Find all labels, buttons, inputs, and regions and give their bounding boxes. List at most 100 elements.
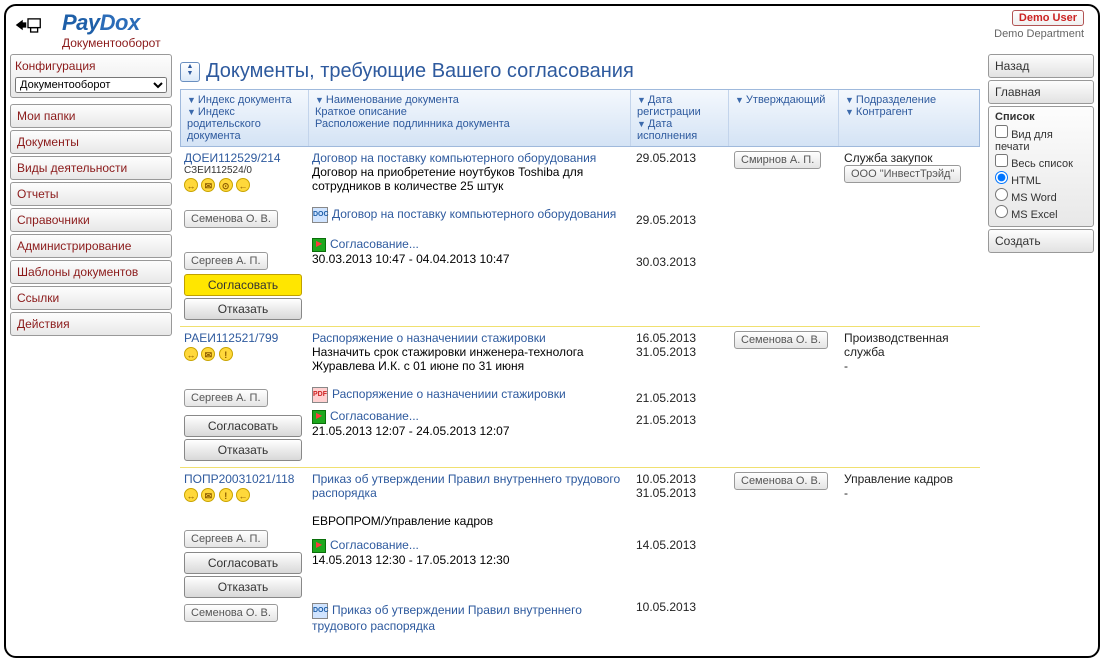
org: - (844, 486, 976, 500)
create-button[interactable]: Создать (988, 229, 1094, 253)
status-link[interactable]: Согласование... (330, 409, 419, 423)
sidebar-item-links[interactable]: Ссылки (10, 286, 172, 310)
sidebar-item-docs[interactable]: Документы (10, 130, 172, 154)
col-reg-date[interactable]: ▼Дата регистрации (637, 94, 722, 118)
status-icon[interactable]: ↔ (184, 178, 198, 192)
reject-button[interactable]: Отказать (184, 439, 302, 461)
logo: PayDox Документооборот (62, 10, 161, 50)
org-button[interactable]: ООО "ИнвестТрэйд" (844, 165, 961, 183)
workflow-icon[interactable] (312, 238, 326, 252)
approve-button[interactable]: Согласовать (184, 552, 302, 574)
approver-button[interactable]: Семенова О. В. (734, 472, 828, 490)
sidebar-item-folders[interactable]: Мои папки (10, 104, 172, 128)
doc-name-link[interactable]: Приказ об утверждении Правил внутреннего… (312, 472, 628, 500)
status-icon[interactable]: ← (236, 488, 250, 502)
file-link[interactable]: Договор на поставку компьютерного оборуд… (332, 207, 616, 221)
sidebar-item-reports[interactable]: Отчеты (10, 182, 172, 206)
col-loc: Расположение подлинника документа (315, 118, 624, 130)
exec-date: 31.05.2013 (636, 345, 726, 359)
status-icon[interactable]: ↔ (184, 347, 198, 361)
sidebar-item-admin[interactable]: Администрирование (10, 234, 172, 258)
user-dept: Demo Department (994, 28, 1084, 40)
status-link[interactable]: Согласование... (330, 538, 419, 552)
file-link[interactable]: Распоряжение о назначениии стажировки (332, 387, 566, 401)
config-select[interactable]: Документооборот (15, 77, 167, 93)
print-icon[interactable] (14, 14, 42, 36)
doc-desc: Назначить срок стажировки инженера-техно… (312, 345, 628, 373)
status-icon[interactable]: ! (219, 488, 233, 502)
doc-name-link[interactable]: Договор на поставку компьютерного оборуд… (312, 151, 628, 165)
fmt-html-radio[interactable]: HTML (995, 171, 1087, 187)
col-org[interactable]: ▼Контрагент (845, 106, 973, 118)
reg-date: 10.05.2013 (636, 472, 726, 486)
status-date: 21.05.2013 (636, 413, 726, 427)
reg-date: 29.05.2013 (636, 151, 726, 165)
doc-name-link[interactable]: Распоряжение о назначениии стажировки (312, 331, 628, 345)
col-approver[interactable]: ▼Утверждающий (735, 94, 832, 106)
file-date: 29.05.2013 (636, 213, 726, 227)
status-icon[interactable]: ← (236, 178, 250, 192)
approver-button[interactable]: Смирнов А. П. (734, 151, 821, 169)
fmt-word-radio[interactable]: MS Word (995, 188, 1087, 204)
table-header: ▼Индекс документа ▼Индекс родительского … (180, 89, 980, 147)
col-name[interactable]: ▼Наименование документа (315, 94, 624, 106)
page-title: Документы, требующие Вашего согласования (180, 54, 980, 89)
status-icon[interactable]: ✉ (201, 347, 215, 361)
dept: Управление кадров (844, 472, 976, 486)
reject-button[interactable]: Отказать (184, 576, 302, 598)
doc-file-icon[interactable]: DOC (312, 603, 328, 619)
user-button[interactable]: Сергеев А. П. (184, 252, 268, 270)
list-options: Список Вид для печати Весь список HTML M… (988, 106, 1094, 227)
col-dept[interactable]: ▼Подразделение (845, 94, 973, 106)
status-icon[interactable]: ⊙ (219, 178, 233, 192)
status-time: 14.05.2013 12:30 - 17.05.2013 12:30 (312, 553, 628, 567)
user-button[interactable]: Семенова О. В. (184, 210, 278, 228)
fmt-excel-radio[interactable]: MS Excel (995, 205, 1087, 221)
workflow-icon[interactable] (312, 539, 326, 553)
print-view-check[interactable]: Вид для печати (995, 125, 1087, 153)
file-date: 10.05.2013 (636, 600, 726, 614)
user-button[interactable]: Семенова О. В. (184, 604, 278, 622)
status-icon[interactable]: ✉ (201, 488, 215, 502)
doc-file-icon[interactable]: DOC (312, 207, 328, 223)
config-title: Конфигурация (15, 59, 167, 73)
status-time: 21.05.2013 12:07 - 24.05.2013 12:07 (312, 424, 628, 438)
col-parent-index[interactable]: ▼Индекс родительского документа (187, 106, 302, 142)
table-row: ПОПР20031021/118 ↔ ✉ ! ← Сергеев А. П. С… (180, 468, 980, 639)
col-index[interactable]: ▼Индекс документа (187, 94, 302, 106)
reg-date: 16.05.2013 (636, 331, 726, 345)
doc-index-link[interactable]: РАЕИ112521/799 (184, 331, 304, 345)
sidebar-item-templates[interactable]: Шаблоны документов (10, 260, 172, 284)
status-time: 30.03.2013 10:47 - 04.04.2013 10:47 (312, 252, 628, 266)
config-box: Конфигурация Документооборот (10, 54, 172, 98)
col-desc: Краткое описание (315, 106, 624, 118)
doc-index-link[interactable]: ПОПР20031021/118 (184, 472, 304, 486)
sidebar-item-activities[interactable]: Виды деятельности (10, 156, 172, 180)
status-date: 14.05.2013 (636, 538, 726, 552)
approve-button[interactable]: Согласовать (184, 274, 302, 296)
approve-button[interactable]: Согласовать (184, 415, 302, 437)
status-date: 30.03.2013 (636, 255, 726, 269)
doc-index-link[interactable]: ДОЕИ112529/214 (184, 151, 304, 165)
user-button[interactable]: Сергеев А. П. (184, 530, 268, 548)
sidebar-item-refs[interactable]: Справочники (10, 208, 172, 232)
status-link[interactable]: Согласование... (330, 237, 419, 251)
workflow-icon[interactable] (312, 410, 326, 424)
reject-button[interactable]: Отказать (184, 298, 302, 320)
status-icon[interactable]: ! (219, 347, 233, 361)
sidebar-item-actions[interactable]: Действия (10, 312, 172, 336)
table-row: РАЕИ112521/799 ↔ ✉ ! Сергеев А. П. Согла… (180, 327, 980, 468)
file-link[interactable]: Приказ об утверждении Правил внутреннего… (312, 603, 582, 633)
pdf-file-icon[interactable]: PDF (312, 387, 328, 403)
status-icon[interactable]: ✉ (201, 178, 215, 192)
user-button[interactable]: Сергеев А. П. (184, 389, 268, 407)
whole-list-check[interactable]: Весь список (995, 154, 1087, 170)
sort-toggle-icon[interactable] (180, 62, 200, 82)
col-exec-date[interactable]: ▼Дата исполнения (637, 118, 722, 142)
status-icon[interactable]: ↔ (184, 488, 198, 502)
back-button[interactable]: Назад (988, 54, 1094, 78)
home-button[interactable]: Главная (988, 80, 1094, 104)
approver-button[interactable]: Семенова О. В. (734, 331, 828, 349)
file-date: 21.05.2013 (636, 391, 726, 405)
user-badge[interactable]: Demo User (1012, 10, 1084, 26)
